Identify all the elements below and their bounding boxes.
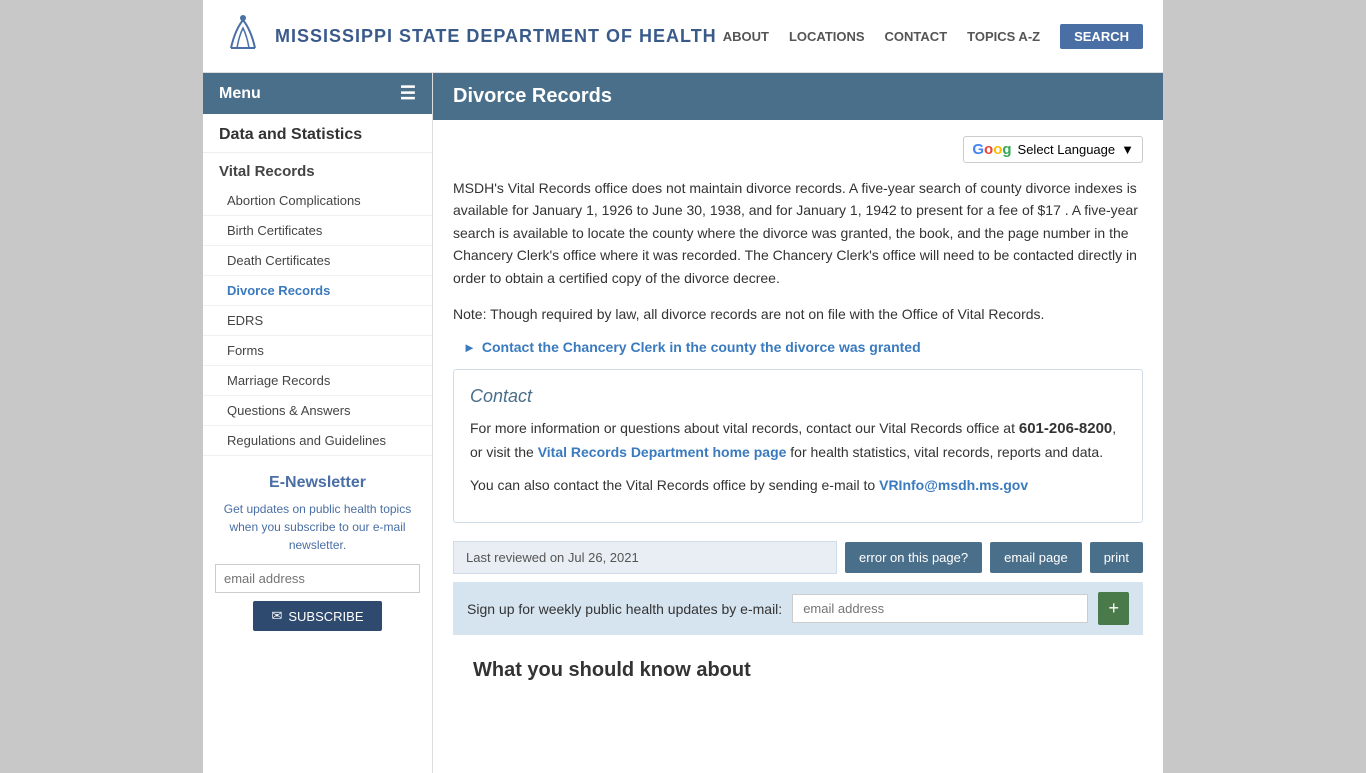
- nav-locations[interactable]: LOCATIONS: [789, 29, 865, 44]
- signup-row: Sign up for weekly public health updates…: [453, 582, 1143, 635]
- site-header: Mississippi State Department of Health A…: [203, 0, 1163, 73]
- site-title: Mississippi State Department of Health: [275, 26, 717, 47]
- enewsletter-title: E-Newsletter: [215, 474, 420, 492]
- chancery-link-row: ► Contact the Chancery Clerk in the coun…: [453, 339, 1143, 355]
- what-know-title: What you should know about: [473, 659, 1123, 682]
- sidebar-item-birth[interactable]: Birth Certificates: [203, 216, 432, 246]
- enewsletter-email-input[interactable]: [215, 564, 420, 593]
- contact-email-before: You can also contact the Vital Records o…: [470, 477, 879, 493]
- contact-text-end: for health statistics, vital records, re…: [786, 444, 1103, 460]
- contact-section-title: Contact: [470, 386, 1126, 407]
- sidebar-item-forms[interactable]: Forms: [203, 336, 432, 366]
- enewsletter-description: Get updates on public health topics when…: [215, 500, 420, 554]
- main-content-text: MSDH's Vital Records office does not mai…: [453, 177, 1143, 289]
- page-footer-row: Last reviewed on Jul 26, 2021 error on t…: [453, 541, 1143, 574]
- last-reviewed-text: Last reviewed on Jul 26, 2021: [453, 541, 837, 574]
- translate-chevron-icon: ▼: [1121, 142, 1134, 157]
- sidebar-section-title: Data and Statistics: [203, 114, 432, 153]
- sidebar-group-title: Vital Records: [203, 153, 432, 186]
- nav-contact[interactable]: CONTACT: [885, 29, 948, 44]
- translate-label: Select Language: [1018, 142, 1116, 157]
- contact-section: Contact For more information or question…: [453, 369, 1143, 523]
- nav-about[interactable]: ABOUT: [723, 29, 769, 44]
- nav-links: ABOUT LOCATIONS CONTACT TOPICS A-Z SEARC…: [723, 24, 1143, 49]
- vital-records-dept-link[interactable]: Vital Records Department home page: [538, 444, 787, 460]
- signup-submit-button[interactable]: +: [1098, 592, 1129, 625]
- menu-label: Menu: [219, 85, 261, 103]
- google-logo: Goog: [972, 141, 1011, 158]
- contact-text-before: For more information or questions about …: [470, 420, 1019, 436]
- nav-topics-az[interactable]: TOPICS A-Z: [967, 29, 1040, 44]
- signup-email-input[interactable]: [792, 594, 1088, 623]
- contact-email-link[interactable]: VRInfo@msdh.ms.gov: [879, 477, 1028, 493]
- sidebar: Menu ☰ Data and Statistics Vital Records…: [203, 73, 433, 773]
- content-page-title: Divorce Records: [433, 73, 1163, 120]
- contact-text-1: For more information or questions about …: [470, 417, 1126, 463]
- hamburger-icon[interactable]: ☰: [400, 83, 416, 104]
- signup-label: Sign up for weekly public health updates…: [467, 601, 782, 617]
- sidebar-item-abortion[interactable]: Abortion Complications: [203, 186, 432, 216]
- contact-phone: 601-206-8200: [1019, 420, 1112, 437]
- sidebar-item-regulations[interactable]: Regulations and Guidelines: [203, 426, 432, 456]
- error-on-page-button[interactable]: error on this page?: [845, 542, 982, 573]
- chancery-clerk-link[interactable]: Contact the Chancery Clerk in the county…: [482, 339, 921, 355]
- sidebar-item-qa[interactable]: Questions & Answers: [203, 396, 432, 426]
- what-you-should-know-section: What you should know about: [453, 649, 1143, 692]
- subscribe-label: SUBSCRIBE: [288, 609, 363, 624]
- search-button[interactable]: SEARCH: [1060, 24, 1143, 49]
- email-page-button[interactable]: email page: [990, 542, 1082, 573]
- sidebar-item-divorce[interactable]: Divorce Records: [203, 276, 432, 306]
- contact-text-2: You can also contact the Vital Records o…: [470, 474, 1126, 496]
- subscribe-button[interactable]: ✉ SUBSCRIBE: [253, 601, 381, 631]
- content-area: Divorce Records Goog Select Language ▼ M…: [433, 73, 1163, 708]
- arrow-right-icon: ►: [463, 340, 476, 355]
- sidebar-item-death[interactable]: Death Certificates: [203, 246, 432, 276]
- note-text: Note: Though required by law, all divorc…: [453, 303, 1143, 325]
- translate-selector[interactable]: Goog Select Language ▼: [963, 136, 1143, 163]
- sidebar-item-marriage[interactable]: Marriage Records: [203, 366, 432, 396]
- sidebar-menu-bar: Menu ☰: [203, 73, 432, 114]
- logo-area: Mississippi State Department of Health: [223, 10, 717, 62]
- site-logo-icon: [223, 10, 263, 62]
- content-body: Goog Select Language ▼ MSDH's Vital Reco…: [433, 120, 1163, 708]
- enewsletter-box: E-Newsletter Get updates on public healt…: [215, 474, 420, 631]
- print-button[interactable]: print: [1090, 542, 1143, 573]
- sidebar-item-edrs[interactable]: EDRS: [203, 306, 432, 336]
- google-translate-widget[interactable]: Goog Select Language ▼: [453, 136, 1143, 163]
- email-icon: ✉: [271, 608, 282, 624]
- main-layout: Menu ☰ Data and Statistics Vital Records…: [203, 73, 1163, 773]
